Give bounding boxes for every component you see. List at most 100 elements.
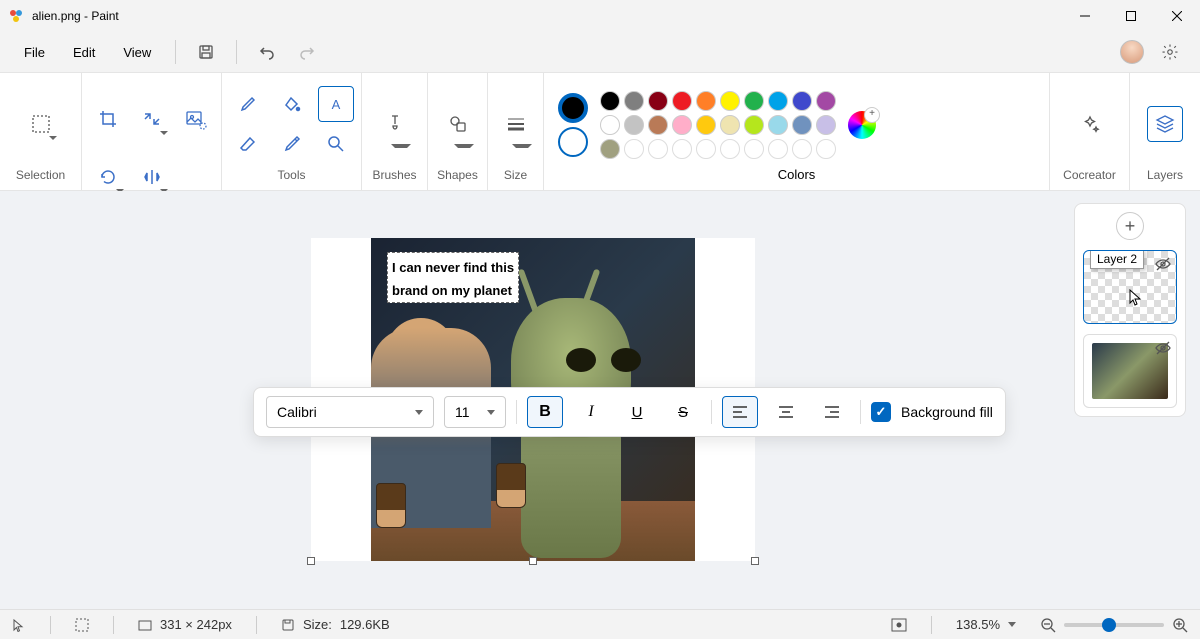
color-swatch[interactable] (648, 115, 668, 135)
color-swatch[interactable] (600, 91, 620, 111)
fit-screen-icon[interactable] (891, 618, 907, 632)
eraser-tool[interactable] (230, 126, 266, 162)
file-size-value: 129.6KB (340, 617, 390, 632)
background-fill-checkbox[interactable]: ✓ (871, 402, 891, 422)
pencil-tool[interactable] (230, 86, 266, 122)
maximize-button[interactable] (1108, 0, 1154, 32)
layer-visibility-icon[interactable] (1154, 255, 1172, 273)
text-tool[interactable]: A (318, 86, 354, 122)
italic-button[interactable]: I (573, 396, 609, 428)
window-title: alien.png - Paint (32, 9, 1062, 23)
layer-item-1[interactable] (1083, 334, 1177, 408)
color-swatch[interactable] (600, 115, 620, 135)
magnifier-tool[interactable] (318, 126, 354, 162)
status-bar: 331 × 242px Size: 129.6KB 138.5% (0, 609, 1200, 639)
resize-tool[interactable] (134, 101, 170, 137)
edit-colors-button[interactable] (848, 111, 876, 139)
cocreator-button[interactable] (1072, 106, 1108, 142)
flip-tool[interactable] (134, 159, 170, 195)
underline-button[interactable]: U (619, 396, 655, 428)
selection-tool[interactable] (23, 106, 59, 142)
size-dropdown[interactable] (498, 106, 534, 142)
canvas-area[interactable]: Calibri 11 B I U S ✓ Background fill (0, 191, 1200, 609)
color-swatch[interactable] (744, 115, 764, 135)
color-swatch[interactable] (792, 115, 812, 135)
color-swatch-empty[interactable] (696, 139, 716, 159)
color-swatch-empty[interactable] (624, 139, 644, 159)
zoom-out-button[interactable] (1040, 617, 1056, 633)
file-size-label: Size: (303, 617, 332, 632)
menu-file[interactable]: File (12, 39, 57, 66)
minimize-button[interactable] (1062, 0, 1108, 32)
strikethrough-button[interactable]: S (665, 396, 701, 428)
color-swatch-empty[interactable] (768, 139, 788, 159)
color-swatch[interactable] (672, 91, 692, 111)
zoom-dropdown[interactable] (1008, 622, 1016, 627)
resize-handle[interactable] (751, 557, 759, 565)
align-center-button[interactable] (768, 396, 804, 428)
eyedropper-tool[interactable] (274, 126, 310, 162)
settings-button[interactable] (1152, 34, 1188, 70)
rotate-tool[interactable] (90, 159, 126, 195)
title-bar: alien.png - Paint (0, 0, 1200, 32)
color-swatch[interactable] (792, 91, 812, 111)
group-label-tools: Tools (277, 168, 305, 182)
user-avatar[interactable] (1120, 40, 1144, 64)
color-swatch[interactable] (720, 91, 740, 111)
font-size-select[interactable]: 11 (444, 396, 506, 428)
text-input-box[interactable]: I can never find this brand on my planet (387, 252, 519, 303)
group-label-layers: Layers (1147, 168, 1183, 182)
undo-button[interactable] (249, 34, 285, 70)
color-swatch[interactable] (696, 115, 716, 135)
zoom-slider[interactable] (1064, 623, 1164, 627)
layers-panel: + Layer 2 (1074, 203, 1186, 417)
save-button[interactable] (188, 34, 224, 70)
color-swatch[interactable] (768, 115, 788, 135)
color-swatch[interactable] (816, 115, 836, 135)
shapes-dropdown[interactable] (440, 106, 476, 142)
image-select-tool[interactable] (178, 83, 214, 155)
align-right-button[interactable] (814, 396, 850, 428)
brushes-dropdown[interactable] (377, 106, 413, 142)
color-swatch-empty[interactable] (648, 139, 668, 159)
canvas-size-icon (138, 618, 152, 632)
color-swatch[interactable] (600, 139, 620, 159)
color-swatch[interactable] (696, 91, 716, 111)
color1-well[interactable] (558, 93, 588, 123)
fill-tool[interactable] (274, 86, 310, 122)
color-swatch[interactable] (648, 91, 668, 111)
resize-handle[interactable] (529, 557, 537, 565)
menu-edit[interactable]: Edit (61, 39, 107, 66)
color-swatch[interactable] (720, 115, 740, 135)
color-swatch-empty[interactable] (792, 139, 812, 159)
color-swatch-empty[interactable] (672, 139, 692, 159)
color-swatch[interactable] (768, 91, 788, 111)
color-swatch[interactable] (624, 91, 644, 111)
group-label-colors: Colors (558, 167, 1035, 182)
group-label-cocreator: Cocreator (1063, 168, 1116, 182)
color-swatch[interactable] (672, 115, 692, 135)
color-swatch-empty[interactable] (816, 139, 836, 159)
color-swatch-empty[interactable] (744, 139, 764, 159)
color-swatch[interactable] (816, 91, 836, 111)
color-swatch-empty[interactable] (720, 139, 740, 159)
resize-handle[interactable] (307, 557, 315, 565)
align-left-button[interactable] (722, 396, 758, 428)
text-options-bar: Calibri 11 B I U S ✓ Background fill (253, 387, 1006, 437)
add-layer-button[interactable]: + (1116, 212, 1144, 240)
layers-button[interactable] (1147, 106, 1183, 142)
color-swatch[interactable] (744, 91, 764, 111)
layer-tooltip: Layer 2 (1090, 250, 1144, 269)
bold-button[interactable]: B (527, 396, 563, 428)
zoom-in-button[interactable] (1172, 617, 1188, 633)
color-swatch[interactable] (624, 115, 644, 135)
group-label-selection: Selection (16, 168, 65, 182)
color2-well[interactable] (558, 127, 588, 157)
layer-item-2[interactable]: Layer 2 (1083, 250, 1177, 324)
redo-button[interactable] (289, 34, 325, 70)
layer-visibility-icon[interactable] (1154, 339, 1172, 357)
close-button[interactable] (1154, 0, 1200, 32)
crop-tool[interactable] (90, 101, 126, 137)
menu-view[interactable]: View (111, 39, 163, 66)
font-family-select[interactable]: Calibri (266, 396, 434, 428)
